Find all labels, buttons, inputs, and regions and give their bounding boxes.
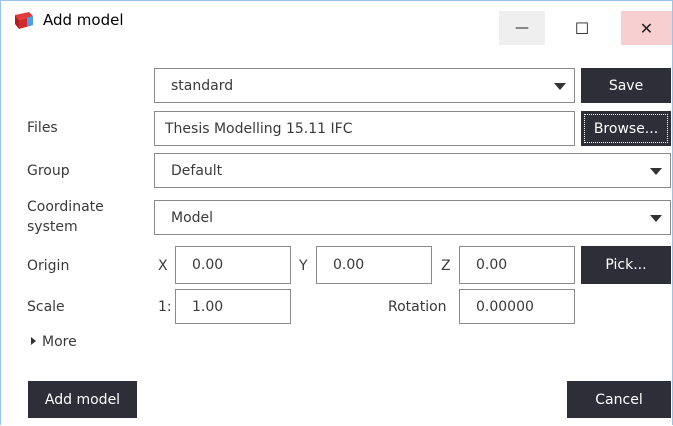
- rotation-label: Rotation: [388, 299, 447, 315]
- coordinate-system-label-line2: system: [27, 219, 78, 235]
- scale-label: Scale: [27, 299, 65, 315]
- origin-x-input[interactable]: 0.00: [175, 246, 291, 284]
- add-model-dialog: Add model — ☐ ✕ standard Save Files Thes…: [0, 0, 673, 425]
- add-model-button-label: Add model: [44, 391, 121, 408]
- save-button-label: Save: [608, 77, 644, 94]
- preset-select[interactable]: standard: [154, 68, 575, 103]
- origin-x-label: X: [158, 258, 168, 274]
- origin-z-label: Z: [441, 258, 451, 274]
- files-field[interactable]: Thesis Modelling 15.11 IFC: [154, 111, 575, 146]
- close-button[interactable]: ✕: [621, 11, 672, 45]
- origin-z-input[interactable]: 0.00: [459, 246, 575, 284]
- save-button[interactable]: Save: [581, 68, 671, 103]
- origin-label: Origin: [27, 258, 70, 274]
- origin-y-value: 0.00: [333, 257, 365, 273]
- browse-button[interactable]: Browse...: [581, 111, 671, 146]
- group-label: Group: [27, 163, 70, 179]
- files-label: Files: [27, 120, 58, 136]
- minimize-button[interactable]: —: [499, 11, 545, 45]
- add-model-button[interactable]: Add model: [28, 381, 137, 418]
- origin-y-label: Y: [299, 258, 308, 274]
- coordinate-system-label: Coordinate system: [27, 197, 104, 237]
- maximize-button[interactable]: ☐: [559, 11, 605, 45]
- cancel-button[interactable]: Cancel: [567, 381, 671, 418]
- pick-button[interactable]: Pick...: [581, 246, 671, 284]
- title-bar: Add model — ☐ ✕: [1, 1, 672, 45]
- coordinate-system-select[interactable]: Model: [154, 200, 671, 235]
- expand-arrow-icon: [31, 337, 36, 345]
- origin-x-value: 0.00: [192, 257, 224, 273]
- chevron-down-icon: [650, 167, 662, 175]
- preset-value: standard: [171, 77, 234, 94]
- scale-input[interactable]: 1.00: [175, 289, 291, 324]
- coordinate-system-label-line1: Coordinate: [27, 199, 104, 215]
- scale-value: 1.00: [192, 298, 224, 315]
- minimize-icon: —: [515, 20, 529, 36]
- origin-z-value: 0.00: [476, 257, 508, 273]
- group-select[interactable]: Default: [154, 153, 671, 188]
- app-icon: [15, 12, 33, 29]
- more-label: More: [42, 334, 77, 350]
- window-title: Add model: [43, 11, 124, 29]
- rotation-input[interactable]: 0.00000: [459, 289, 575, 324]
- close-icon: ✕: [639, 18, 654, 38]
- browse-button-label: Browse...: [593, 120, 659, 137]
- scale-prefix: 1:: [158, 299, 172, 315]
- group-value: Default: [171, 162, 223, 179]
- more-toggle[interactable]: More: [31, 334, 77, 350]
- pick-button-label: Pick...: [605, 257, 647, 273]
- coordinate-system-value: Model: [171, 209, 214, 226]
- origin-y-input[interactable]: 0.00: [316, 246, 432, 284]
- cancel-button-label: Cancel: [595, 391, 643, 408]
- chevron-down-icon: [650, 214, 662, 222]
- files-value: Thesis Modelling 15.11 IFC: [165, 120, 353, 137]
- rotation-value: 0.00000: [476, 298, 534, 315]
- maximize-icon: ☐: [574, 18, 590, 38]
- chevron-down-icon: [554, 82, 566, 90]
